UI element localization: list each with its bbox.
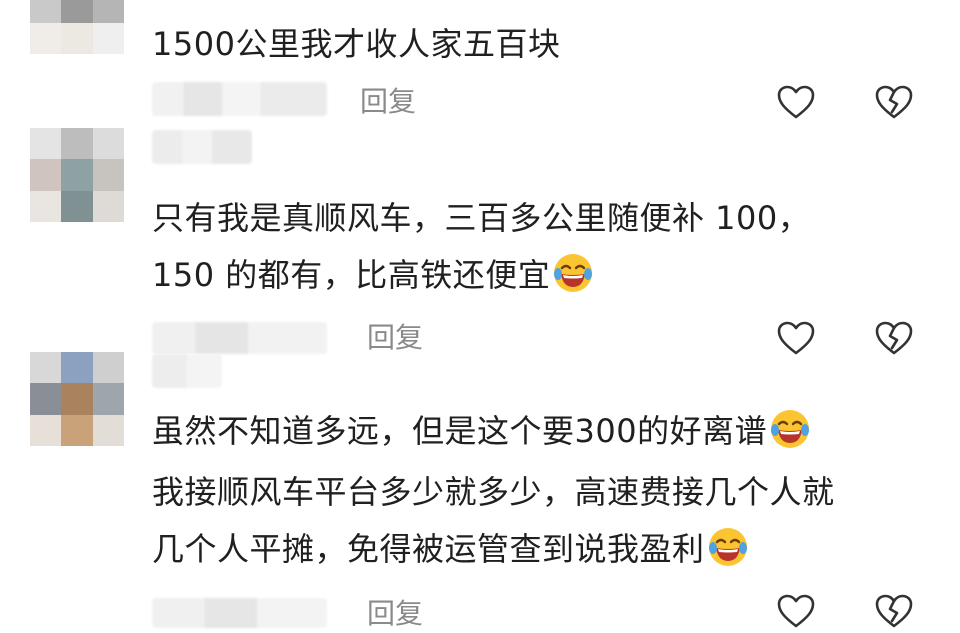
heart-outline-icon[interactable]	[774, 316, 818, 360]
comment-text-segment: 几个人平摊，免得被运管查到说我盈利	[152, 530, 705, 568]
username[interactable]	[152, 130, 252, 164]
comment-text: 几个人平摊，免得被运管查到说我盈利	[152, 526, 749, 571]
broken-heart-outline-icon[interactable]	[872, 589, 916, 633]
comment-text: 只有我是真顺风车，三百多公里随便补 100，	[152, 199, 811, 237]
laughing-tears-emoji	[554, 254, 593, 292]
avatar[interactable]	[30, 128, 124, 222]
reply-button[interactable]: 回复	[360, 84, 416, 120]
avatar[interactable]	[30, 0, 124, 54]
username[interactable]	[152, 354, 222, 388]
username[interactable]	[152, 598, 327, 628]
laughing-tears-emoji	[708, 528, 747, 566]
comment-text-segment: 虽然不知道多远，但是这个要300的好离谱	[152, 412, 768, 450]
heart-outline-icon[interactable]	[774, 589, 818, 633]
heart-outline-icon[interactable]	[774, 80, 818, 124]
username[interactable]	[152, 82, 327, 116]
username[interactable]	[152, 322, 327, 354]
laughing-tears-emoji	[771, 410, 810, 448]
comment-text: 1500公里我才收人家五百块	[152, 25, 561, 63]
comment-text: 150 的都有，比高铁还便宜	[152, 252, 594, 297]
broken-heart-outline-icon[interactable]	[872, 316, 916, 360]
comment-text: 虽然不知道多远，但是这个要300的好离谱	[152, 408, 811, 453]
broken-heart-outline-icon[interactable]	[872, 80, 916, 124]
reply-button[interactable]: 回复	[367, 320, 423, 356]
reply-button[interactable]: 回复	[367, 596, 423, 632]
avatar[interactable]	[30, 352, 124, 446]
comment-text-segment: 150 的都有，比高铁还便宜	[152, 256, 551, 294]
comment-text: 我接顺风车平台多少就多少，高速费接几个人就	[152, 473, 835, 511]
